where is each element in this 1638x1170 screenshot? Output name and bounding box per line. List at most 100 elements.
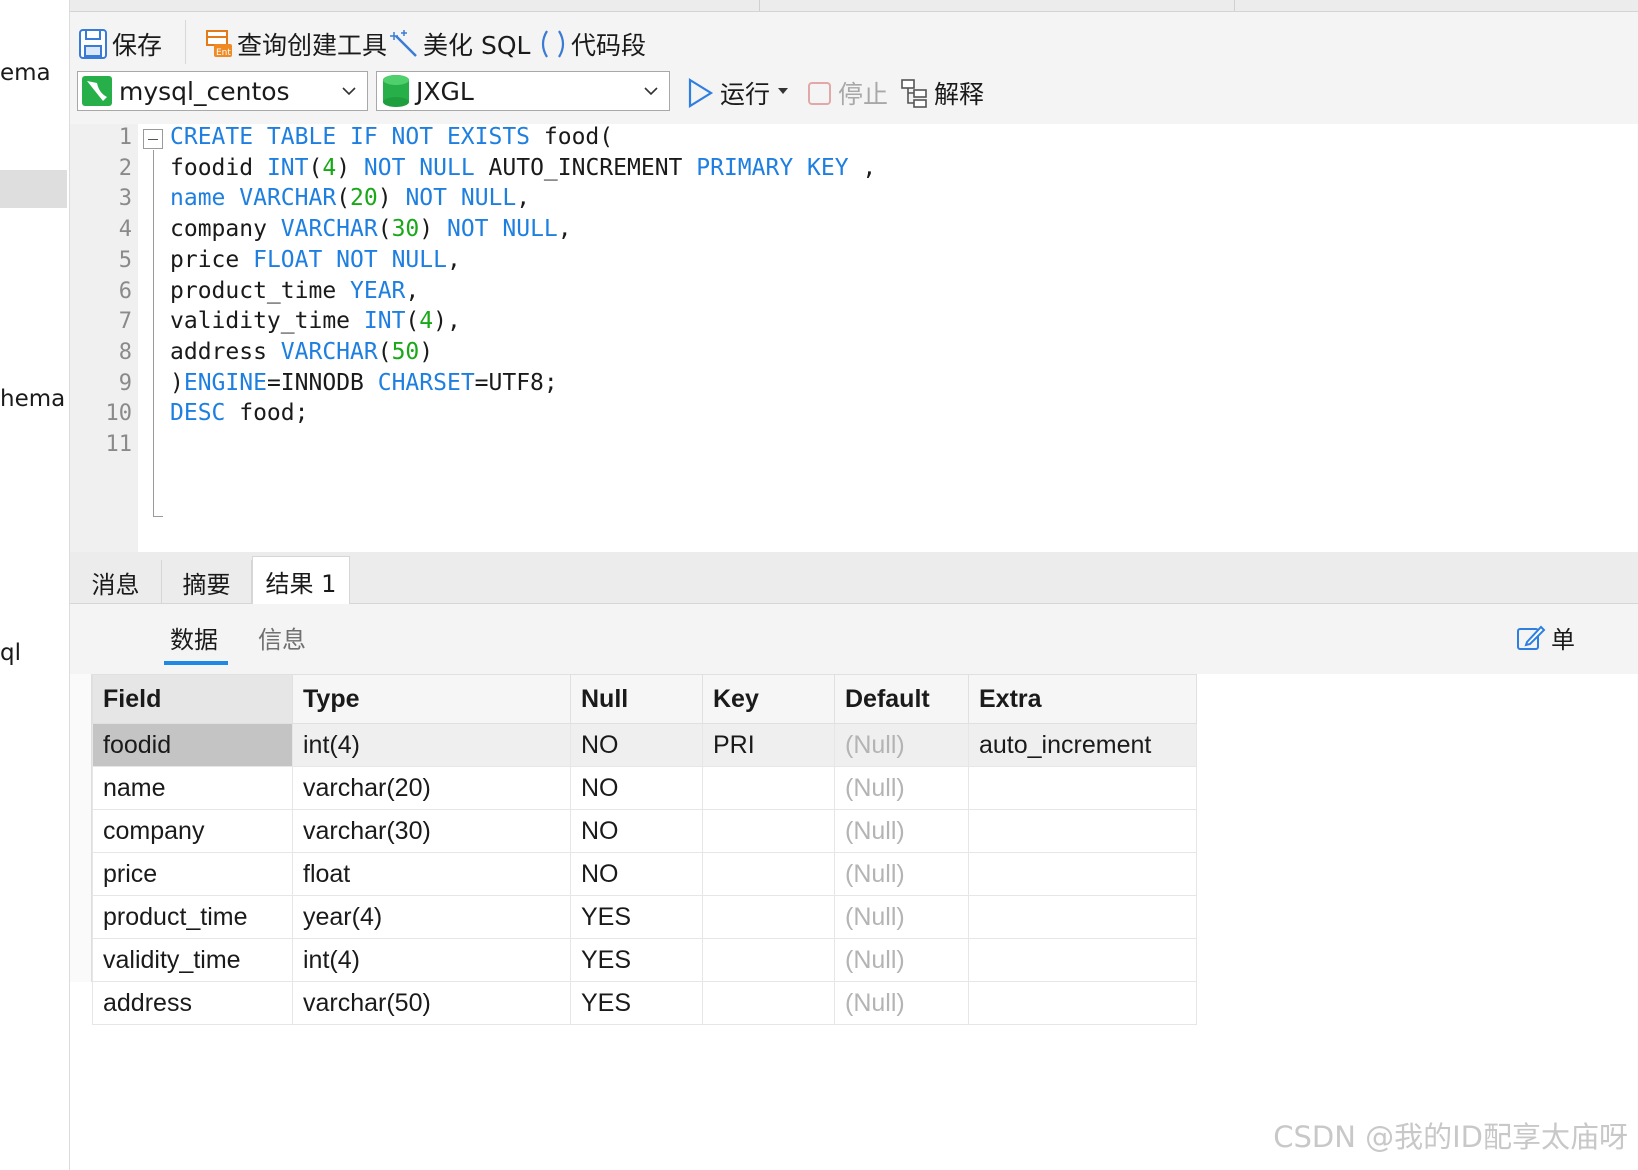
tab-result-1[interactable]: 结果 1: [252, 556, 350, 605]
tab-messages[interactable]: 消息: [70, 560, 162, 604]
table-cell[interactable]: (Null): [834, 895, 969, 939]
table-cell[interactable]: int(4): [292, 723, 571, 767]
editor-tab[interactable]: [220, 0, 760, 11]
save-icon: [79, 29, 107, 59]
table-cell[interactable]: price: [92, 852, 293, 896]
table-cell[interactable]: int(4): [292, 938, 571, 982]
table-cell[interactable]: varchar(50): [292, 981, 571, 1025]
svg-text:Ent: Ent: [216, 48, 231, 58]
table-cell[interactable]: NO: [570, 809, 703, 853]
code-line[interactable]: CREATE TABLE IF NOT EXISTS food(: [170, 124, 613, 150]
table-row[interactable]: product_time year(4) YES (Null): [92, 895, 1197, 939]
table-cell[interactable]: NO: [570, 766, 703, 810]
table-cell[interactable]: [702, 938, 835, 982]
editor-tab[interactable]: [760, 0, 1235, 11]
sql-keyword: FLOAT NOT NULL: [253, 246, 447, 273]
database-select[interactable]: JXGL: [376, 71, 670, 111]
sql-keyword: CREATE TABLE IF NOT EXISTS: [170, 124, 531, 150]
table-cell[interactable]: (Null): [834, 766, 969, 810]
table-cell[interactable]: [702, 809, 835, 853]
table-cell[interactable]: auto_increment: [968, 723, 1197, 767]
table-cell[interactable]: (Null): [834, 981, 969, 1025]
connection-value: mysql_centos: [119, 76, 290, 106]
table-cell[interactable]: YES: [570, 895, 703, 939]
table-row[interactable]: address varchar(50) YES (Null): [92, 981, 1197, 1025]
result-table: Field Type Null Key Default Extra foodid int(4…: [92, 674, 1197, 1025]
table-cell[interactable]: validity_time: [92, 938, 293, 982]
column-header[interactable]: Key: [702, 674, 835, 724]
table-cell[interactable]: [968, 809, 1197, 853]
table-cell[interactable]: NO: [570, 723, 703, 767]
table-row[interactable]: price float NO (Null): [92, 852, 1197, 896]
table-cell[interactable]: float: [292, 852, 571, 896]
sql-keyword: NOT NULL: [405, 185, 517, 212]
fold-toggle[interactable]: [143, 129, 163, 149]
tab-summary[interactable]: 摘要: [162, 560, 252, 604]
beautify-sql-button[interactable]: 美化 SQL: [390, 26, 530, 62]
code-line[interactable]: address VARCHAR(50): [170, 339, 433, 365]
tab-info[interactable]: 信息: [258, 620, 306, 655]
table-cell[interactable]: [702, 981, 835, 1025]
table-cell[interactable]: [702, 852, 835, 896]
caret-down-icon: [778, 88, 788, 94]
code-line[interactable]: foodid INT(4) NOT NULL AUTO_INCREMENT PR…: [170, 155, 876, 181]
code-line[interactable]: product_time YEAR,: [170, 278, 419, 304]
table-cell[interactable]: product_time: [92, 895, 293, 939]
table-cell[interactable]: [968, 938, 1197, 982]
table-cell[interactable]: varchar(30): [292, 809, 571, 853]
column-header[interactable]: Null: [570, 674, 703, 724]
sidebar-item-label[interactable]: ql: [0, 640, 21, 666]
code-line[interactable]: company VARCHAR(30) NOT NULL,: [170, 216, 572, 242]
connection-select[interactable]: mysql_centos: [77, 71, 368, 111]
edit-mode-button[interactable]: 单: [1515, 620, 1575, 655]
explain-button[interactable]: 解释: [900, 75, 984, 111]
sidebar-item-label[interactable]: ema: [0, 60, 51, 86]
table-row[interactable]: company varchar(30) NO (Null): [92, 809, 1197, 853]
column-header[interactable]: Type: [292, 674, 571, 724]
tab-data[interactable]: 数据: [170, 620, 218, 655]
column-header[interactable]: Extra: [968, 674, 1197, 724]
table-row[interactable]: name varchar(20) NO (Null): [92, 766, 1197, 810]
row-header-column[interactable]: [70, 674, 92, 982]
mysql-connection-icon: [82, 76, 112, 106]
table-cell[interactable]: (Null): [834, 723, 969, 767]
table-cell[interactable]: varchar(20): [292, 766, 571, 810]
run-button[interactable]: 运行: [686, 75, 770, 111]
column-header[interactable]: Field: [92, 674, 293, 724]
code-snippet-button[interactable]: 代码段: [538, 26, 646, 62]
table-cell[interactable]: YES: [570, 938, 703, 982]
table-cell[interactable]: [968, 895, 1197, 939]
sidebar-selected-item[interactable]: [0, 170, 67, 208]
code-line[interactable]: validity_time INT(4),: [170, 308, 461, 334]
run-options-dropdown[interactable]: [776, 84, 790, 98]
table-cell[interactable]: company: [92, 809, 293, 853]
table-cell[interactable]: PRI: [702, 723, 835, 767]
sql-text: price: [170, 246, 254, 273]
code-line[interactable]: )ENGINE=INNODB CHARSET=UTF8;: [170, 370, 558, 396]
table-cell[interactable]: [968, 981, 1197, 1025]
table-cell[interactable]: [702, 766, 835, 810]
column-header[interactable]: Default: [834, 674, 969, 724]
table-cell[interactable]: (Null): [834, 938, 969, 982]
code-line[interactable]: DESC food;: [170, 400, 308, 426]
table-row[interactable]: foodid int(4) NO PRI (Null) auto_increment: [92, 723, 1197, 767]
sql-editor[interactable]: 1 2 3 4 5 6 7 8 9 10 11 CREATE TABLE IF NOT EXISTS…: [70, 124, 1638, 552]
table-cell[interactable]: NO: [570, 852, 703, 896]
code-line[interactable]: price FLOAT NOT NULL,: [170, 247, 461, 273]
table-cell[interactable]: address: [92, 981, 293, 1025]
sidebar-item-label[interactable]: hema: [0, 386, 65, 412]
table-cell[interactable]: name: [92, 766, 293, 810]
table-cell[interactable]: [968, 766, 1197, 810]
table-cell[interactable]: (Null): [834, 852, 969, 896]
table-cell[interactable]: [968, 852, 1197, 896]
table-cell[interactable]: YES: [570, 981, 703, 1025]
code-line[interactable]: name VARCHAR(20) NOT NULL,: [170, 185, 530, 211]
table-cell[interactable]: (Null): [834, 809, 969, 853]
table-cell[interactable]: year(4): [292, 895, 571, 939]
stop-button[interactable]: 停止: [806, 75, 888, 111]
save-button[interactable]: 保存: [78, 26, 162, 62]
table-cell[interactable]: foodid: [92, 723, 293, 767]
table-row[interactable]: validity_time int(4) YES (Null): [92, 938, 1197, 982]
table-cell[interactable]: [702, 895, 835, 939]
query-builder-button[interactable]: Ent 查询创建工具: [204, 26, 387, 62]
